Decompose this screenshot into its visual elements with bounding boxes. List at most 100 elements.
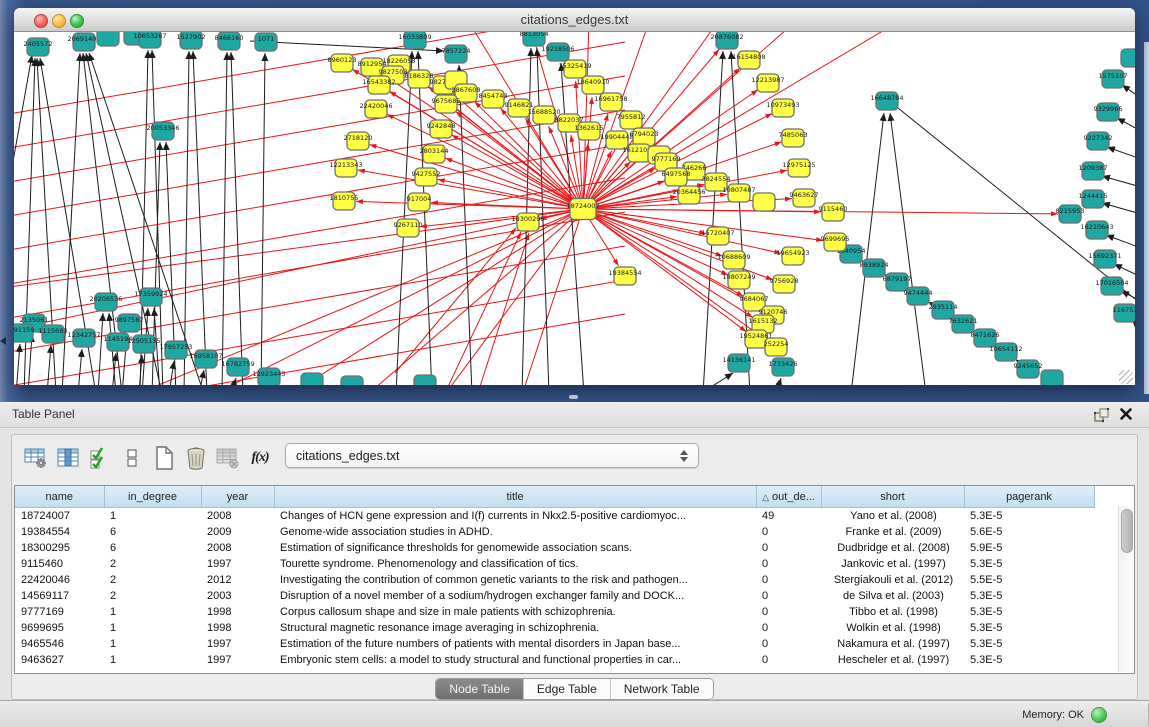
network-node[interactable]: 9463627 — [790, 189, 819, 207]
network-node[interactable]: 9267110 — [394, 219, 423, 237]
column-header-short[interactable]: short — [821, 486, 964, 508]
table-row[interactable]: 969969511998Structural magnetic resonanc… — [15, 620, 1094, 636]
network-node[interactable]: 2405572 — [24, 38, 53, 56]
network-node[interactable]: 10688609 — [717, 251, 750, 269]
network-node[interactable]: 12342757 — [67, 329, 100, 347]
network-node[interactable]: 16782759 — [221, 358, 254, 376]
network-node[interactable]: 10807487 — [722, 184, 755, 202]
column-header-in_degree[interactable]: in_degree — [104, 486, 201, 508]
new-table-icon[interactable] — [148, 443, 180, 473]
select-all-icon[interactable] — [84, 443, 116, 473]
tab-edge-table[interactable]: Edge Table — [523, 679, 610, 699]
network-node[interactable]: 1209387 — [1079, 162, 1108, 180]
network-node[interactable]: 12975125 — [782, 159, 815, 177]
network-node[interactable]: 18640910 — [576, 76, 609, 94]
network-node[interactable]: 2803144 — [420, 145, 449, 163]
tab-node-table[interactable]: Node Table — [436, 679, 523, 699]
column-header-pagerank[interactable]: pagerank — [964, 486, 1094, 508]
network-node[interactable]: 20691406 — [67, 33, 100, 51]
delete-entry-icon[interactable] — [180, 443, 212, 473]
network-node[interactable]: 18300295 — [511, 213, 544, 231]
network-node[interactable]: 12505135 — [127, 335, 160, 353]
table-row[interactable]: 977716911998Corpus callosum shape and si… — [15, 604, 1094, 620]
column-header-title[interactable]: title — [274, 486, 756, 508]
panel-collapse-arrow-icon[interactable] — [0, 337, 6, 345]
window-resize-grip-icon[interactable] — [1119, 370, 1133, 384]
network-node[interactable]: 1071 — [255, 33, 277, 51]
network-node[interactable]: 9329966 — [1094, 103, 1123, 121]
network-node[interactable]: 12923445 — [252, 368, 285, 385]
network-node[interactable]: 15325419 — [558, 60, 591, 78]
table-selector-dropdown[interactable]: citations_edges.txt — [285, 443, 699, 468]
network-node[interactable]: 391159 — [14, 324, 34, 342]
network-node-hub[interactable]: 18724007 — [566, 199, 599, 220]
table-row[interactable]: 911546021997Tourette syndrome. Phenomeno… — [15, 556, 1094, 572]
network-node[interactable]: 1575107 — [1099, 70, 1128, 88]
network-node[interactable] — [341, 376, 363, 385]
table-row[interactable]: 946554611997Estimation of the future num… — [15, 636, 1094, 652]
network-node[interactable] — [414, 375, 436, 385]
table-scrollbar-thumb[interactable] — [1121, 509, 1133, 553]
network-node[interactable]: 1810755 — [330, 192, 359, 210]
network-node[interactable]: 252254 — [764, 338, 789, 356]
network-node[interactable]: 12213343 — [329, 159, 362, 177]
column-header-year[interactable]: year — [201, 486, 274, 508]
network-node[interactable]: 6497568 — [662, 168, 691, 186]
network-node[interactable]: 9756928 — [770, 275, 799, 293]
network-node[interactable]: 19654923 — [776, 247, 809, 265]
table-row[interactable]: 1872400712008Changes of HCN gene express… — [15, 508, 1094, 525]
network-window-titlebar[interactable]: citations_edges.txt — [14, 8, 1135, 32]
network-node[interactable]: 17359924 — [134, 288, 167, 306]
table-row[interactable]: 1456911722003Disruption of a novel membe… — [15, 588, 1094, 604]
network-node[interactable]: 14136141 — [722, 354, 755, 372]
network-node[interactable]: 1244415 — [1079, 190, 1108, 208]
network-node[interactable]: 18807249 — [722, 271, 755, 289]
network-node[interactable]: 116753 — [1113, 304, 1135, 322]
network-node[interactable]: 9675685 — [432, 95, 461, 113]
network-node[interactable]: 16154808 — [732, 51, 765, 69]
network-node[interactable]: 7857224 — [442, 45, 471, 63]
column-header-out_degree[interactable]: △out_de... — [756, 486, 821, 508]
delete-table-disabled-icon[interactable] — [212, 443, 244, 473]
network-node[interactable]: 20206536 — [89, 293, 122, 311]
network-node[interactable]: 9242848 — [427, 120, 456, 138]
network-node[interactable]: 16648784 — [870, 92, 903, 110]
network-node[interactable] — [97, 32, 119, 46]
network-node[interactable]: 19218506 — [541, 43, 574, 61]
network-node[interactable] — [1041, 370, 1063, 385]
tab-network-table[interactable]: Network Table — [610, 679, 713, 699]
network-node[interactable]: 8454743 — [479, 90, 508, 108]
network-graph[interactable]: 2405572206914061065326715279028466160107… — [14, 32, 1135, 385]
network-node[interactable]: 10654112 — [989, 343, 1022, 361]
network-node[interactable]: 9897587 — [115, 314, 144, 332]
table-row[interactable]: 2242004622012Investigating the contribut… — [15, 572, 1094, 588]
network-node[interactable]: 9427552 — [412, 168, 441, 186]
network-node[interactable] — [753, 193, 775, 211]
select-columns-icon[interactable] — [52, 443, 84, 473]
close-panel-icon[interactable] — [1119, 407, 1133, 421]
network-node[interactable]: 17957253 — [159, 341, 192, 359]
float-panel-icon[interactable] — [1094, 408, 1109, 422]
table-settings-icon[interactable] — [20, 443, 52, 473]
table-row[interactable]: 1830029562008Estimation of significance … — [15, 540, 1094, 556]
network-node[interactable]: 1527902 — [177, 32, 206, 49]
network-canvas[interactable]: 2405572206914061065326715279028466160107… — [14, 32, 1135, 385]
network-node[interactable]: 9245652 — [1014, 360, 1043, 378]
network-node[interactable]: 917004 — [407, 193, 432, 211]
network-node[interactable]: 22420046 — [359, 100, 392, 118]
network-node[interactable]: 7485063 — [779, 129, 808, 147]
network-node[interactable]: 26876082 — [710, 32, 743, 49]
network-node[interactable]: 8466160 — [215, 32, 244, 50]
network-node[interactable]: 20364456 — [672, 186, 705, 204]
network-node[interactable]: 6794023 — [630, 128, 659, 146]
network-node[interactable]: 7955812 — [617, 111, 646, 129]
network-node[interactable]: 8813054 — [520, 32, 549, 46]
row-height-icon[interactable] — [116, 443, 148, 473]
table-row[interactable]: 1938455462009Genome-wide association stu… — [15, 524, 1094, 540]
network-node[interactable]: 8960123 — [328, 54, 357, 72]
splitter-handle[interactable] — [569, 395, 578, 399]
network-node[interactable]: 2718120 — [344, 132, 373, 150]
network-node[interactable]: 1733426 — [769, 358, 798, 376]
column-header-name[interactable]: name — [15, 486, 104, 508]
network-node[interactable]: 20053346 — [146, 122, 179, 140]
